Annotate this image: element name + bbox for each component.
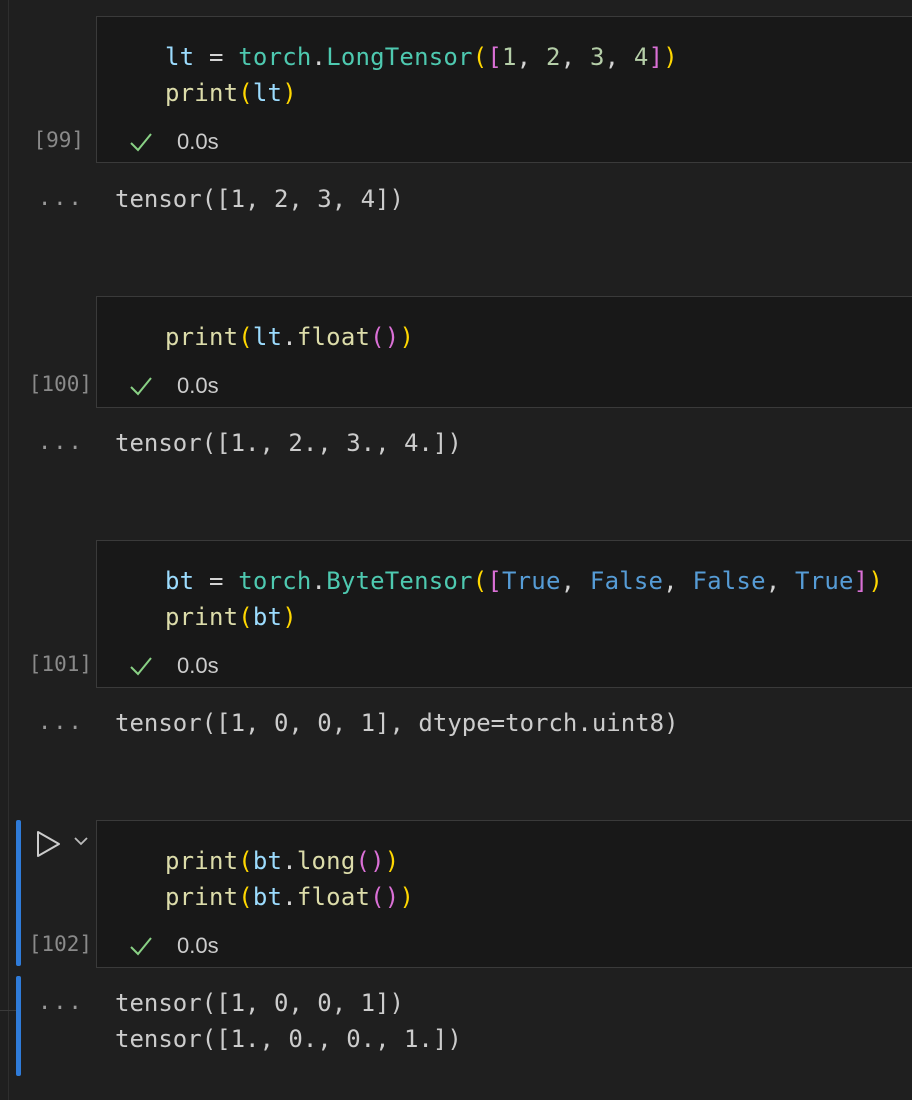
code-editor[interactable]: print(lt.float()) 0.0s — [96, 296, 912, 408]
cell-output-line: tensor([1, 0, 0, 1]) — [115, 989, 404, 1017]
code-line: print(bt) — [165, 603, 297, 631]
cell-output-line: tensor([1, 2, 3, 4]) — [115, 185, 404, 213]
check-icon — [130, 133, 152, 152]
cell-status: 0.0s — [127, 651, 219, 681]
execution-count: [100] — [28, 372, 92, 396]
cell-output-line: tensor([1., 2., 3., 4.]) — [115, 429, 462, 457]
execution-time: 0.0s — [177, 129, 219, 154]
run-cell-icon[interactable] — [34, 828, 64, 860]
chevron-down-icon[interactable] — [72, 834, 90, 848]
code-line: print(lt) — [165, 79, 297, 107]
code-line: print(bt.long()) — [165, 847, 400, 875]
output-more-icon[interactable]: ... — [38, 430, 84, 455]
code-line: print(lt.float()) — [165, 323, 415, 351]
execution-time: 0.0s — [177, 373, 219, 398]
output-focus-indicator — [16, 976, 21, 1076]
execution-count: [102] — [28, 932, 92, 956]
code-line: bt = torch.ByteTensor([True, False, Fals… — [165, 567, 883, 595]
output-more-icon[interactable]: ... — [38, 186, 84, 211]
cell-output-line: tensor([1., 0., 0., 1.]) — [115, 1025, 462, 1053]
output-more-icon[interactable]: ... — [38, 990, 84, 1015]
code-line: print(bt.float()) — [165, 883, 415, 911]
code-editor[interactable]: lt = torch.LongTensor([1, 2, 3, 4]) prin… — [96, 16, 912, 163]
cell-status: 0.0s — [127, 931, 219, 961]
check-icon — [130, 377, 152, 396]
cell-status: 0.0s — [127, 127, 219, 157]
cell-output-line: tensor([1, 0, 0, 1], dtype=torch.uint8) — [115, 709, 679, 737]
check-icon — [130, 657, 152, 676]
code-editor[interactable]: print(bt.long()) print(bt.float()) 0.0s — [96, 820, 912, 968]
code-editor[interactable]: bt = torch.ByteTensor([True, False, Fals… — [96, 540, 912, 688]
execution-count: [101] — [28, 652, 92, 676]
execution-time: 0.0s — [177, 933, 219, 958]
execution-time: 0.0s — [177, 653, 219, 678]
output-more-icon[interactable]: ... — [38, 710, 84, 735]
code-line: lt = torch.LongTensor([1, 2, 3, 4]) — [165, 43, 678, 71]
cell-status: 0.0s — [127, 371, 219, 401]
execution-count: [99] — [33, 128, 84, 152]
gutter-divider — [0, 1010, 16, 1011]
check-icon — [130, 937, 152, 956]
